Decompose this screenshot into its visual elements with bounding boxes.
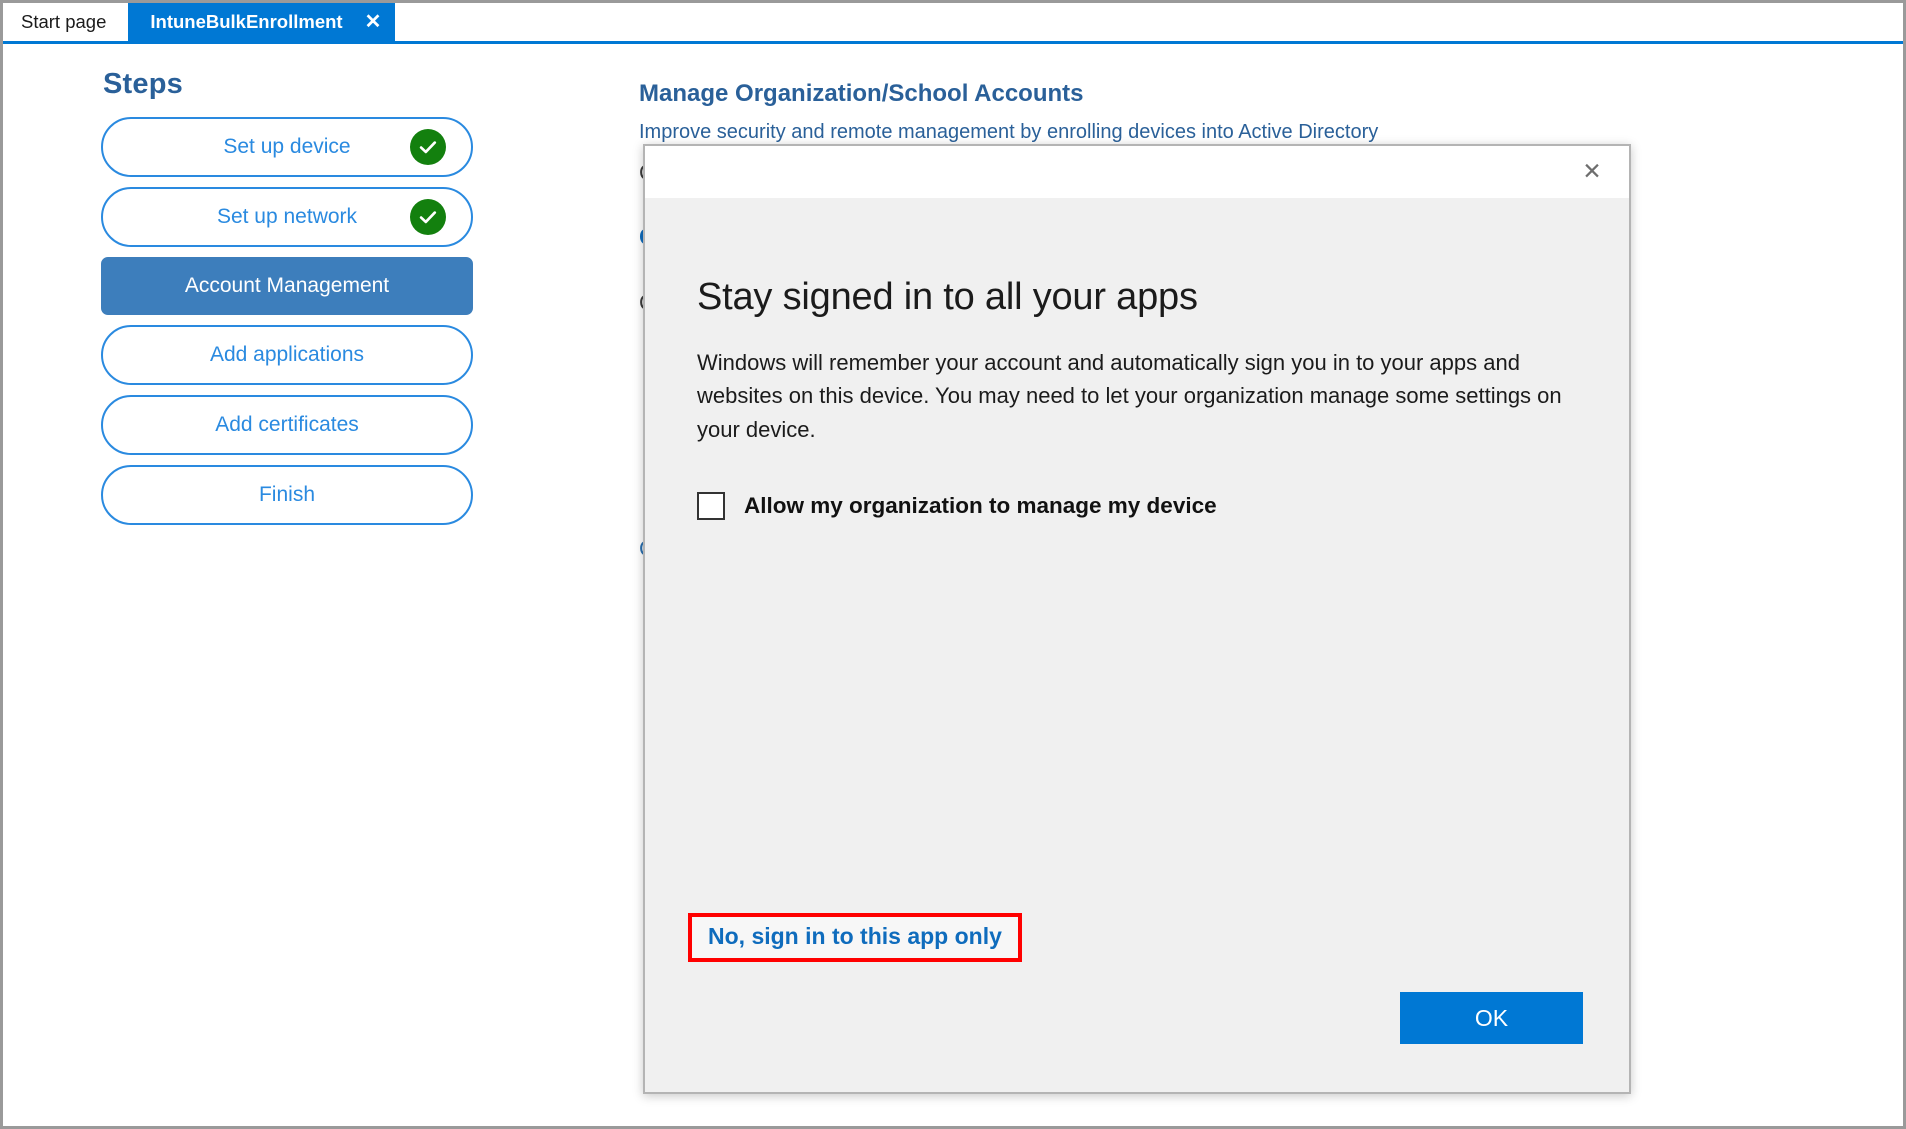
allow-organization-manage-label: Allow my organization to manage my devic… bbox=[744, 493, 1217, 519]
close-icon[interactable]: ✕ bbox=[365, 12, 382, 32]
steps-panel: Steps Set up device Set up network bbox=[101, 68, 481, 535]
check-circle-icon bbox=[410, 199, 446, 235]
dialog-titlebar: ✕ bbox=[645, 146, 1629, 198]
dialog-title: Stay signed in to all your apps bbox=[697, 198, 1577, 319]
page-body: Steps Set up device Set up network bbox=[3, 44, 1903, 1126]
allow-organization-manage-checkbox-row[interactable]: Allow my organization to manage my devic… bbox=[697, 492, 1577, 520]
sign-in-this-app-only-link[interactable]: No, sign in to this app only bbox=[708, 923, 1002, 949]
sidebar-item-add-applications[interactable]: Add applications bbox=[101, 325, 473, 385]
tab-strip: Start page IntuneBulkEnrollment ✕ bbox=[3, 3, 1903, 41]
highlight-box: No, sign in to this app only bbox=[688, 913, 1022, 962]
checkbox-icon[interactable] bbox=[697, 492, 725, 520]
sidebar-item-account-management[interactable]: Account Management bbox=[101, 257, 473, 315]
application-window: Start page IntuneBulkEnrollment ✕ Steps … bbox=[0, 0, 1906, 1129]
tab-start-page[interactable]: Start page bbox=[3, 3, 128, 41]
sidebar-item-label: Set up network bbox=[217, 205, 357, 229]
close-icon[interactable]: ✕ bbox=[1573, 154, 1611, 188]
tab-start-page-label: Start page bbox=[21, 11, 106, 33]
check-circle-icon bbox=[410, 129, 446, 165]
sidebar-item-set-up-network[interactable]: Set up network bbox=[101, 187, 473, 247]
sidebar-item-label: Finish bbox=[259, 483, 315, 507]
page-subtitle: Improve security and remote management b… bbox=[639, 121, 1883, 144]
sidebar-item-set-up-device[interactable]: Set up device bbox=[101, 117, 473, 177]
dialog-description: Windows will remember your account and a… bbox=[697, 346, 1577, 446]
dialog-body: Stay signed in to all your apps Windows … bbox=[645, 198, 1629, 1092]
steps-title: Steps bbox=[103, 68, 481, 101]
sidebar-item-label: Add certificates bbox=[215, 413, 359, 437]
sidebar-item-label: Account Management bbox=[185, 274, 389, 298]
tab-intune-bulk-enrollment[interactable]: IntuneBulkEnrollment ✕ bbox=[128, 3, 395, 41]
sidebar-item-label: Set up device bbox=[223, 135, 350, 159]
sidebar-item-label: Add applications bbox=[210, 343, 364, 367]
sidebar-item-finish[interactable]: Finish bbox=[101, 465, 473, 525]
tab-intune-bulk-enrollment-label: IntuneBulkEnrollment bbox=[150, 11, 342, 33]
ok-button[interactable]: OK bbox=[1400, 992, 1583, 1044]
stay-signed-in-dialog: ✕ Stay signed in to all your apps Window… bbox=[643, 144, 1631, 1094]
page-title: Manage Organization/School Accounts bbox=[639, 80, 1883, 108]
sidebar-item-add-certificates[interactable]: Add certificates bbox=[101, 395, 473, 455]
